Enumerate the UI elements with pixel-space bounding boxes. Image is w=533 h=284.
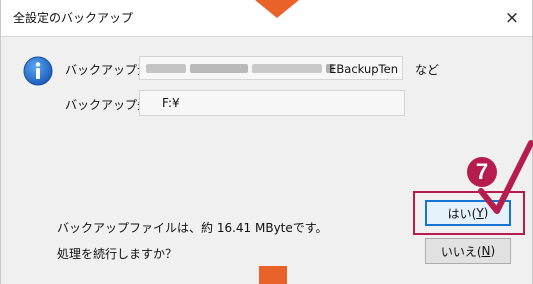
backup-dialog: 全設定のバックアップ × バックアップ元 EBackupTen など バックアッ… bbox=[0, 0, 533, 284]
no-mnemonic: N bbox=[481, 244, 491, 258]
confirm-message: 処理を続行しますか？ bbox=[57, 247, 178, 261]
destination-value: F:¥ bbox=[162, 96, 180, 110]
backup-size-message: バックアップファイルは、約 16.41 MByteです。 bbox=[57, 221, 328, 235]
redacted-path-segment bbox=[146, 64, 186, 73]
top-pointer-arrow bbox=[255, 0, 299, 18]
destination-field: F:¥ bbox=[139, 90, 405, 116]
close-icon: × bbox=[504, 8, 520, 28]
info-icon bbox=[23, 56, 53, 86]
source-trailing-text: など bbox=[415, 63, 440, 77]
step-number-badge: 7 bbox=[467, 157, 497, 187]
no-label-suffix: ) bbox=[490, 244, 496, 258]
no-button[interactable]: いいえ(N) bbox=[425, 238, 511, 264]
source-label: バックアップ元 bbox=[65, 63, 150, 77]
no-label-prefix: いいえ( bbox=[440, 244, 482, 259]
destination-label: バックアップ先 bbox=[65, 98, 150, 112]
source-path-field: EBackupTen bbox=[139, 56, 403, 80]
close-button[interactable]: × bbox=[492, 0, 532, 36]
bottom-pointer-marker bbox=[259, 266, 287, 284]
source-path-suffix: EBackupTen bbox=[329, 62, 398, 76]
redacted-path-segment bbox=[252, 64, 322, 73]
dialog-title: 全設定のバックアップ bbox=[13, 11, 134, 25]
redacted-path-segment bbox=[190, 64, 248, 73]
